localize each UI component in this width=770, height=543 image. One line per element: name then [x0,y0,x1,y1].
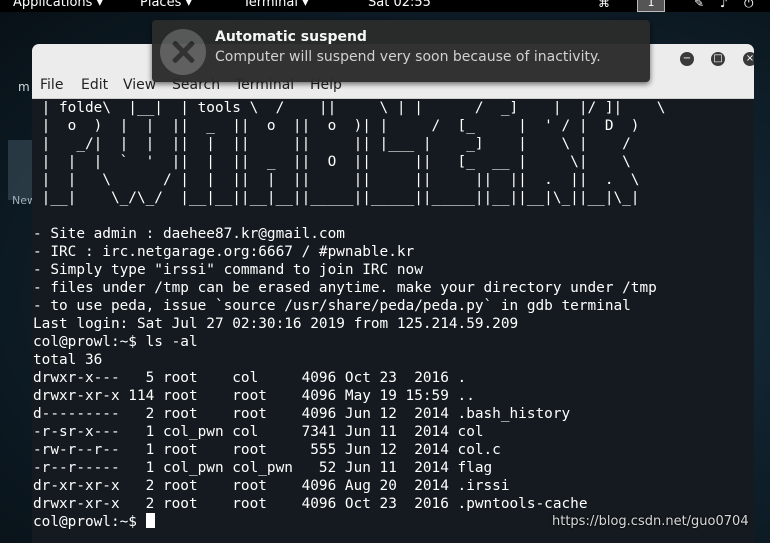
minimize-button[interactable]: − [680,52,694,66]
terminal-app-menu[interactable]: Terminal ▾ [243,0,309,12]
menu-file[interactable]: File [40,77,63,93]
workspace-indicator[interactable]: 1 [637,0,665,12]
terminal-line: - Simply type "irssi" command to join IR… [33,262,423,278]
suspend-warning-icon [160,29,206,75]
suspend-notification[interactable]: Automatic suspend Computer will suspend … [152,20,650,82]
power-icon[interactable]: ⏻ [744,0,754,12]
terminal-window: − □ × File Edit View Search Terminal Hel… [32,44,754,543]
terminal-line: total 36 [33,352,103,368]
terminal-line: drwxr-xr-x 114 root root 4096 May 19 15:… [33,388,475,404]
terminal-output[interactable]: | folde\ |__| | tools \ / || \ | | / _] … [32,99,754,543]
places-menu[interactable]: Places ▾ [140,0,192,12]
terminal-line: col@prowl:~$ ls -al [33,334,198,350]
terminal-line: - to use peda, issue `source /usr/share/… [33,298,631,314]
terminal-line: -r-sr-x--- 1 col_pwn col 7341 Jun 11 201… [33,424,484,440]
top-panel: Applications ▾ Places ▾ Terminal ▾ Sat 0… [0,0,770,12]
text-cursor [145,513,155,528]
terminal-line: | o ) | | || _ || o || o )| | / [_ | ' /… [41,118,640,134]
terminal-line: - Site admin : daehee87.kr@gmail.com [33,226,345,242]
terminal-line: | | | ` ' || | || _ || O || || [_ __ | \… [41,154,631,170]
volume-icon: ♪ [720,0,728,10]
terminal-line: | | \ / | | || | || || || || || . || . \ [41,172,640,188]
terminal-line: - IRC : irc.netgarage.org:6667 / #pwnabl… [33,244,415,260]
terminal-text: | folde\ |__| | tools \ / || \ | | / _] … [33,99,665,531]
terminal-line: - files under /tmp can be erased anytime… [33,280,657,296]
terminal-line: d--------- 2 root root 4096 Jun 12 2014 … [33,406,571,422]
pen-icon: ✎ [694,0,705,10]
terminal-line: | _/| | | || | || || || |___ | _] | \ | … [41,136,631,152]
terminal-line: -rw-r--r-- 1 root root 555 Jun 12 2014 c… [33,442,501,458]
watermark: https://blog.csdn.net/guo0704 [552,514,749,529]
terminal-line: dr-xr-xr-x 2 root root 4096 Aug 20 2014 … [33,478,510,494]
terminal-line: Last login: Sat Jul 27 02:30:16 2019 fro… [33,316,519,332]
maximize-button[interactable]: □ [711,52,725,66]
applications-menu[interactable]: Applications ▾ [13,0,103,12]
terminal-line: -r--r----- 1 col_pwn col_pwn 52 Jun 11 2… [33,460,493,476]
terminal-line: |__| \_/\_/ |__|__||__|__||_____||_____|… [41,190,640,206]
terminal-prompt: col@prowl:~$ [33,514,146,530]
desktop-item-m[interactable]: m [18,80,30,94]
terminal-line: | folde\ |__| | tools \ / || \ | | / _] … [41,100,666,116]
terminal-line: drwxr-x--- 5 root col 4096 Oct 23 2016 . [33,370,467,386]
menu-edit[interactable]: Edit [81,77,108,93]
network-icon: ⌘ [598,0,610,10]
terminal-line: drwxr-xr-x 2 root root 4096 Oct 23 2016 … [33,496,588,512]
notification-title: Automatic suspend [215,29,367,45]
clock[interactable]: Sat 02:55 [368,0,431,12]
menu-view[interactable]: View [123,77,156,93]
notification-body: Computer will suspend very soon because … [215,49,601,65]
close-button[interactable]: × [743,52,754,66]
